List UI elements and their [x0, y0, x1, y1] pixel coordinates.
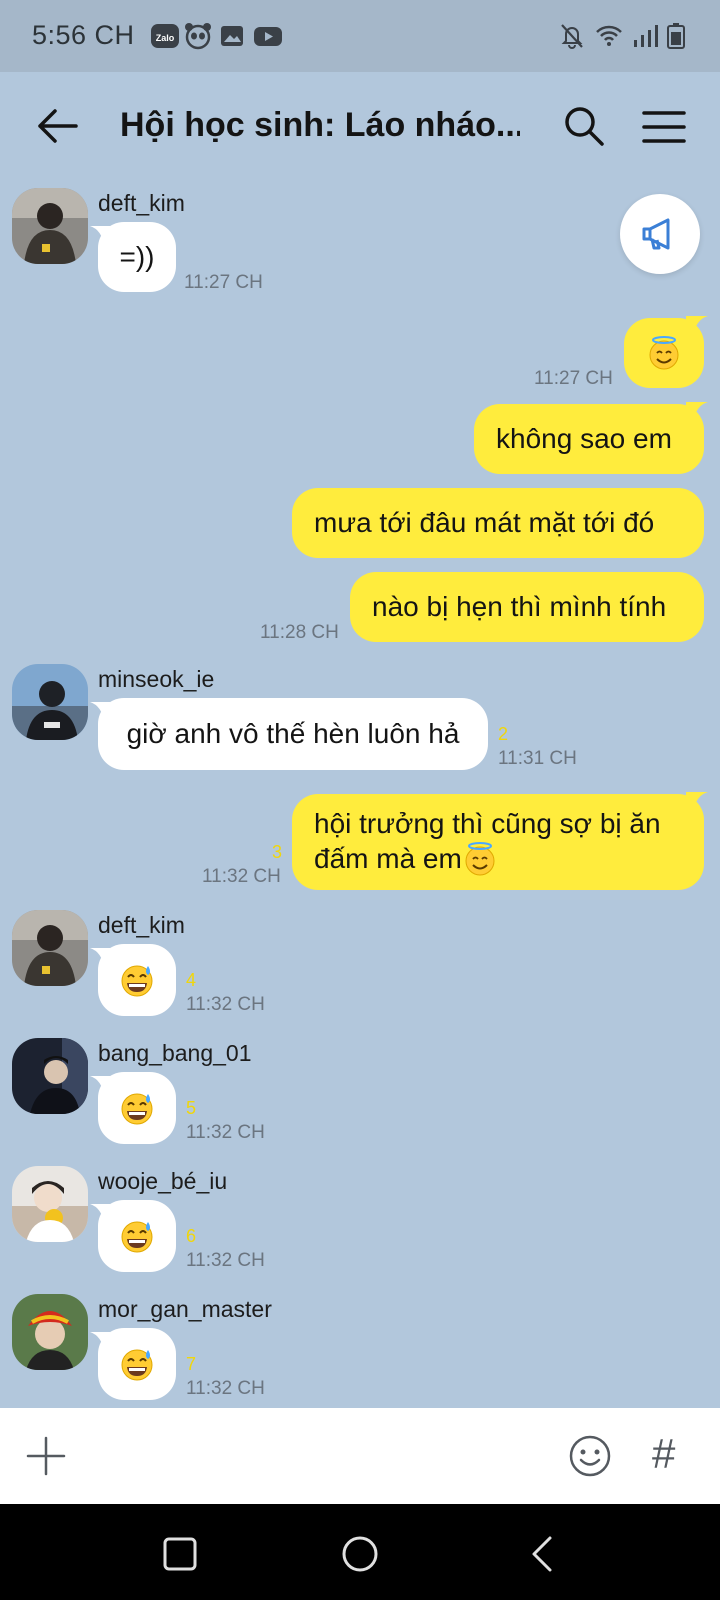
message-time: 11:32 CH	[186, 1378, 265, 1399]
smiling-face-with-halo-emoji	[462, 841, 498, 877]
reaction-count: 2	[498, 724, 509, 744]
message-bubble[interactable]	[98, 1072, 176, 1144]
message-bubble[interactable]: nào bị hẹn thì mình tính	[350, 572, 704, 642]
grinning-sweat-emoji	[119, 1218, 155, 1254]
sender-name: deft_kim	[98, 912, 185, 938]
message-bubble[interactable]	[624, 318, 704, 388]
home-icon[interactable]	[340, 1534, 380, 1574]
megaphone-button[interactable]	[620, 194, 700, 274]
message-line: đấm mà em	[314, 843, 462, 874]
reaction-count: 7	[186, 1354, 197, 1374]
recents-icon[interactable]	[160, 1534, 200, 1574]
message-bubble[interactable]	[98, 1200, 176, 1272]
sender-name: minseok_ie	[98, 666, 215, 692]
message-input-bar: #	[0, 1408, 720, 1504]
signal-icon	[634, 25, 658, 47]
gallery-icon	[221, 26, 243, 46]
emoji-icon[interactable]	[568, 1434, 612, 1478]
status-time: 5:56 CH	[32, 20, 135, 50]
status-bar: 5:56 CH Zalo	[0, 0, 720, 72]
message-time: 11:27 CH	[534, 368, 613, 389]
message-bubble[interactable]	[98, 944, 176, 1016]
panda-icon	[185, 23, 211, 50]
message-time: 11:32 CH	[186, 1250, 265, 1271]
message-line-group: đấm mà em	[314, 841, 498, 877]
system-nav-bar	[0, 1504, 720, 1600]
message-time: 11:27 CH	[184, 272, 263, 293]
grinning-sweat-emoji	[119, 1346, 155, 1382]
sender-name: mor_gan_master	[98, 1296, 272, 1322]
wifi-icon	[596, 25, 622, 46]
reaction-count: 4	[186, 970, 197, 990]
avatar[interactable]	[12, 1294, 88, 1370]
battery-icon	[667, 23, 685, 49]
message-bubble[interactable]: giờ anh vô thế hèn luôn hả	[98, 698, 488, 770]
chat-header: Hội học sinh: Láo nháo...	[0, 72, 720, 180]
avatar[interactable]	[12, 910, 88, 986]
message-time: 11:32 CH	[186, 1122, 265, 1143]
avatar[interactable]	[12, 1038, 88, 1114]
message-time: 11:31 CH	[498, 748, 577, 769]
youtube-icon	[254, 27, 282, 46]
message-bubble[interactable]: hội trưởng thì cũng sợ bị ăn đấm mà em	[292, 794, 704, 890]
message-time: 11:28 CH	[260, 622, 339, 643]
hashtag-button[interactable]: #	[652, 1430, 675, 1478]
message-time: 11:32 CH	[202, 866, 281, 887]
reaction-count: 5	[186, 1098, 197, 1118]
avatar[interactable]	[12, 188, 88, 264]
message-bubble[interactable]: không sao em	[474, 404, 704, 474]
message-bubble[interactable]: mưa tới đâu mát mặt tới đó	[292, 488, 704, 558]
message-time: 11:32 CH	[186, 994, 265, 1015]
back-arrow-icon[interactable]	[36, 106, 80, 146]
message-bubble[interactable]	[98, 1328, 176, 1400]
grinning-sweat-emoji	[119, 1090, 155, 1126]
back-icon[interactable]	[522, 1534, 562, 1574]
grinning-sweat-emoji	[119, 962, 155, 998]
zalo-icon: Zalo	[151, 24, 179, 48]
avatar[interactable]	[12, 1166, 88, 1242]
search-icon[interactable]	[562, 104, 606, 148]
message-bubble[interactable]: =))	[98, 222, 176, 292]
chat-title[interactable]: Hội học sinh: Láo nháo...	[120, 106, 520, 145]
avatar[interactable]	[12, 664, 88, 740]
menu-icon[interactable]	[642, 110, 686, 144]
message-line: hội trưởng thì cũng sợ bị ăn	[314, 808, 661, 839]
reaction-count: 3	[272, 842, 283, 862]
reaction-count: 6	[186, 1226, 197, 1246]
zalo-label: Zalo	[156, 33, 175, 43]
sender-name: wooje_bé_iu	[98, 1168, 228, 1194]
megaphone-icon	[642, 218, 670, 250]
bell-off-icon	[561, 24, 583, 49]
plus-icon[interactable]	[26, 1436, 66, 1476]
smiling-face-with-halo-emoji	[646, 335, 682, 371]
sender-name: bang_bang_01	[98, 1040, 252, 1066]
sender-name: deft_kim	[98, 190, 185, 216]
